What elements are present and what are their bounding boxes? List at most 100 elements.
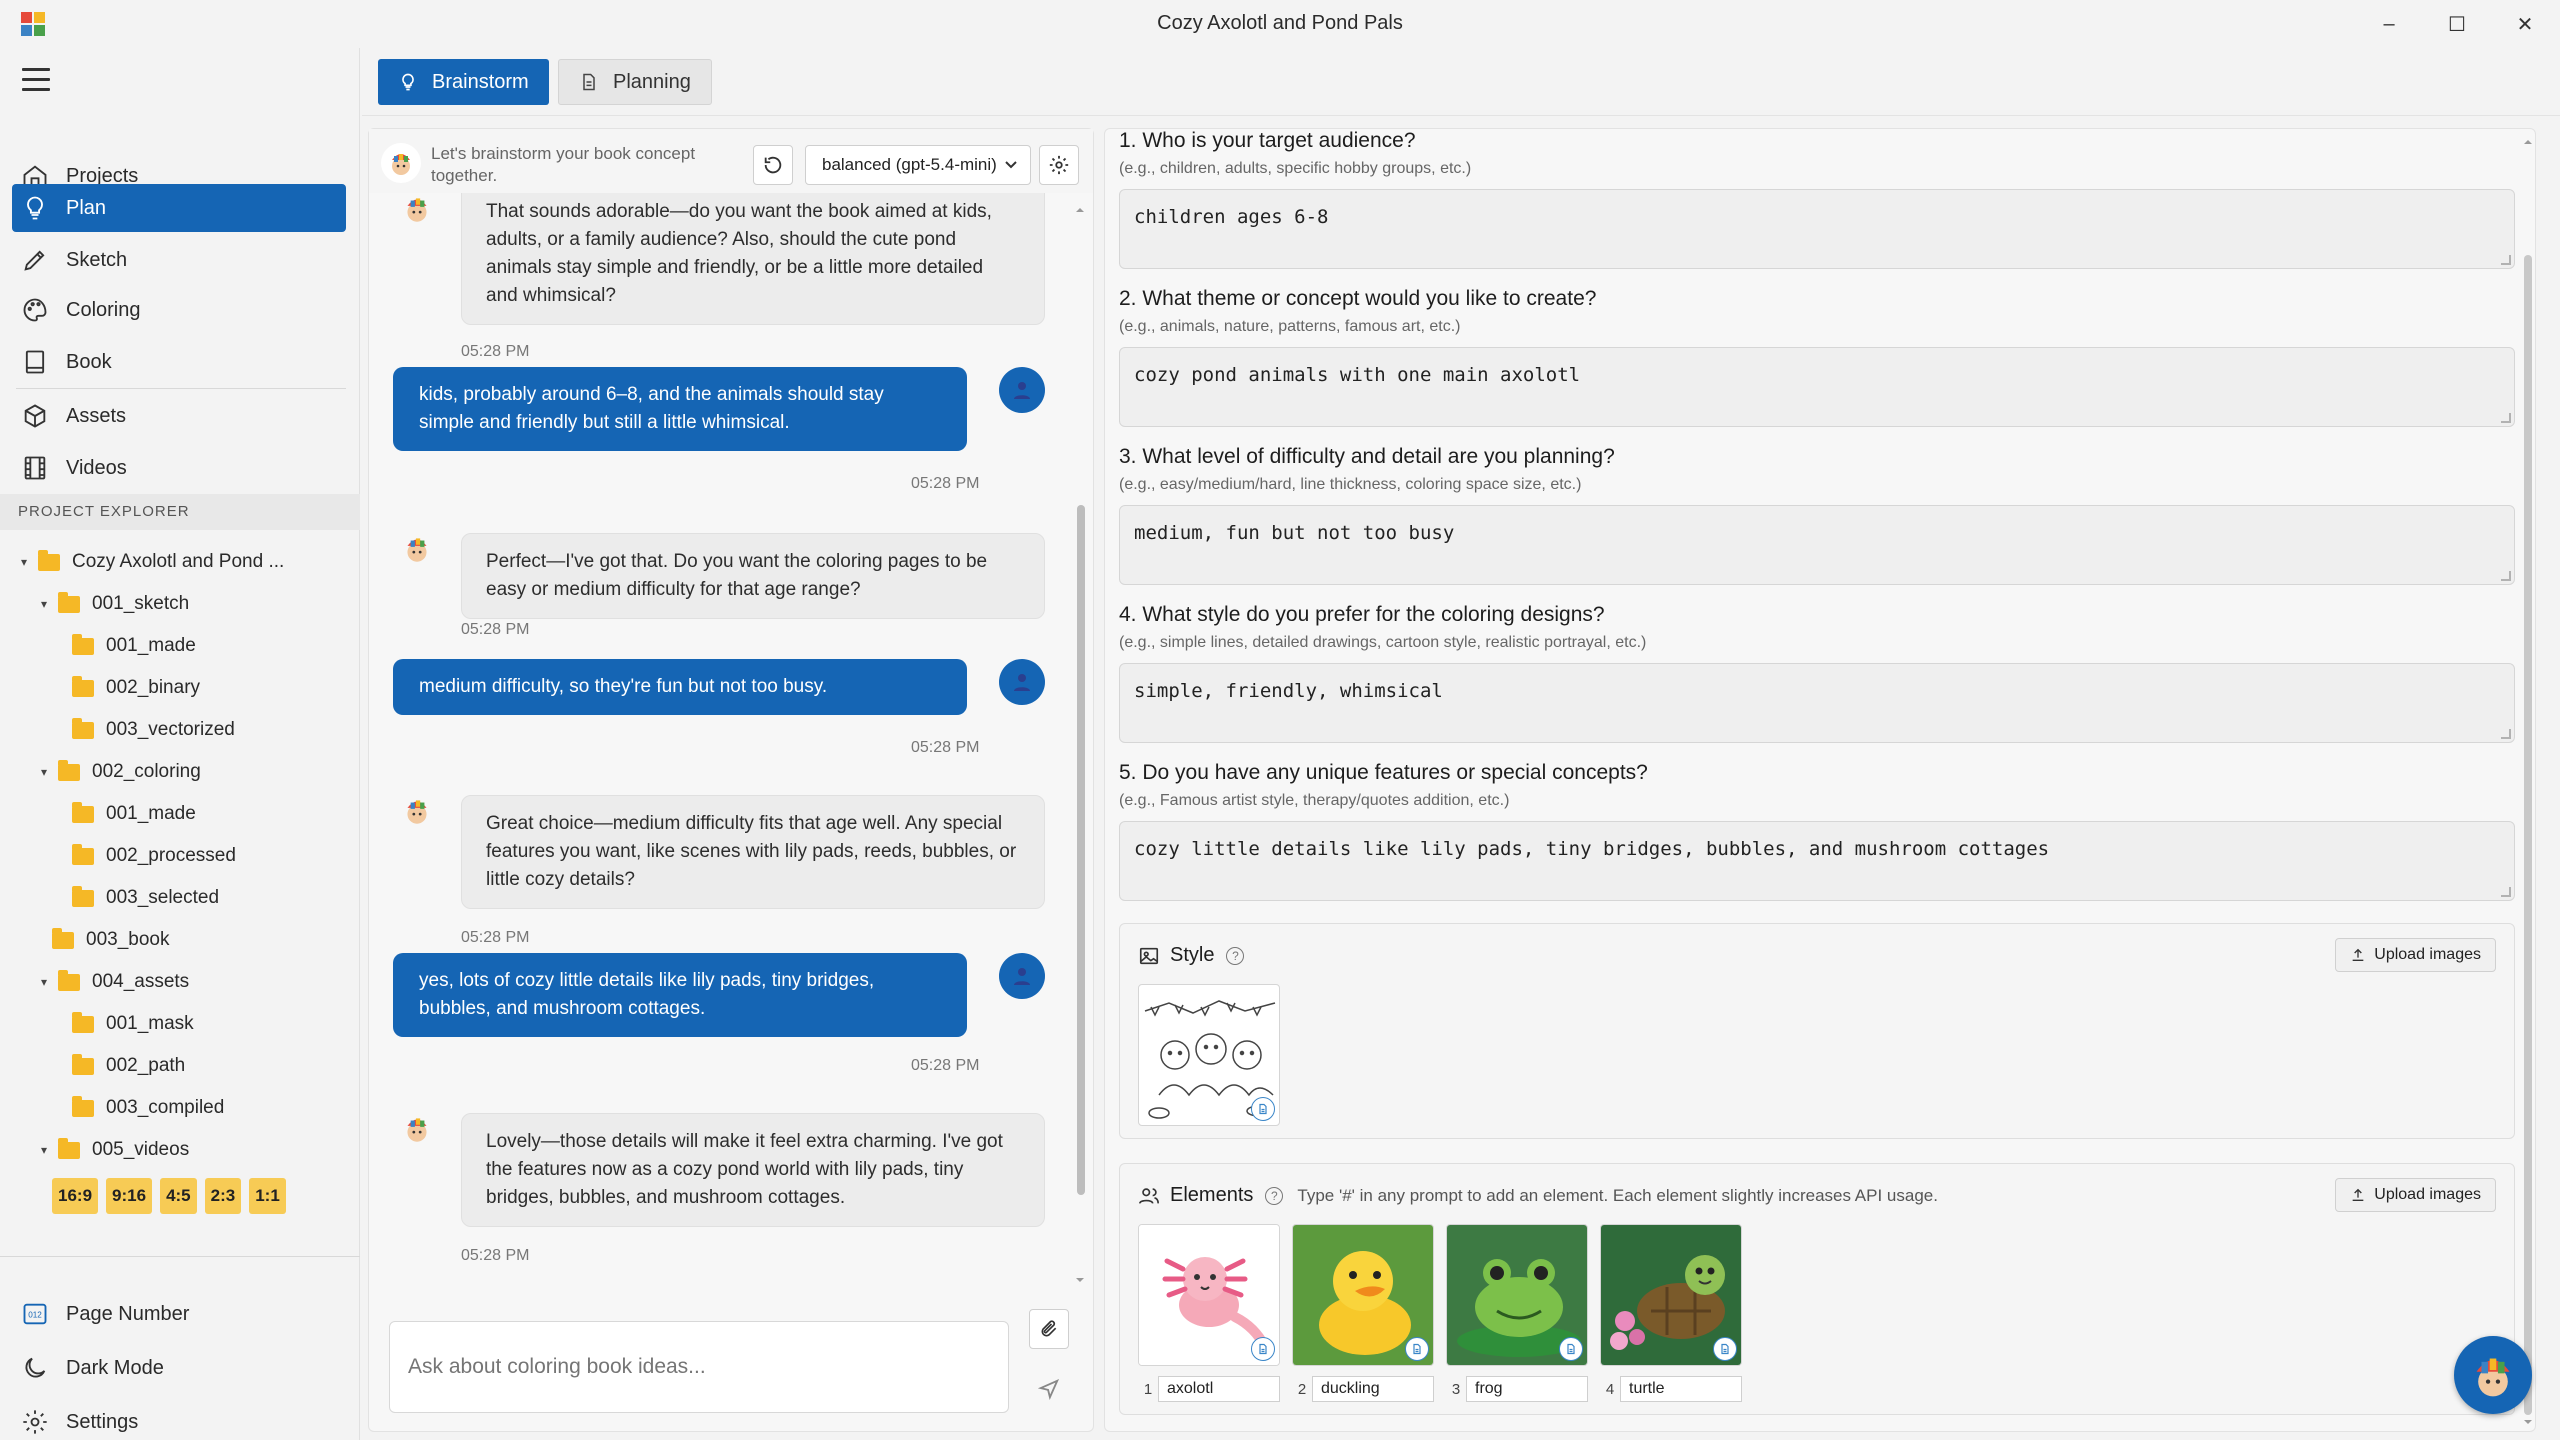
question-hint: (e.g., animals, nature, patterns, famous… [1119, 318, 1461, 335]
style-reference-image[interactable] [1138, 984, 1280, 1126]
chevron-down-icon[interactable]: ▾ [14, 555, 34, 569]
tree-item-003-compiled[interactable]: 003_compiled [68, 1090, 224, 1126]
user-message: kids, probably around 6–8, and the anima… [393, 367, 967, 451]
tree-item-label: 002_path [106, 1055, 186, 1076]
tab-planning[interactable]: Planning [558, 59, 712, 105]
document-badge-icon[interactable] [1713, 1337, 1737, 1361]
minimize-button[interactable]: – [2354, 0, 2424, 48]
attach-button[interactable] [1029, 1309, 1069, 1349]
element-image-turtle[interactable] [1600, 1224, 1742, 1366]
nav-sketch[interactable]: Sketch [12, 236, 346, 284]
answer-field-audience[interactable]: children ages 6-8 [1119, 189, 2515, 269]
style-card: Style ? Upload images [1119, 923, 2515, 1139]
element-image-duckling[interactable] [1292, 1224, 1434, 1366]
chevron-down-icon[interactable]: ▾ [34, 975, 54, 989]
elements-upload-button[interactable]: Upload images [2335, 1178, 2496, 1212]
chevron-down-icon[interactable]: ▾ [34, 597, 54, 611]
maximize-button[interactable]: ☐ [2422, 0, 2492, 48]
tab-brainstorm[interactable]: Brainstorm [378, 59, 549, 105]
close-button[interactable]: ✕ [2490, 0, 2560, 48]
ratio-chip-16-9[interactable]: 16:9 [52, 1178, 99, 1214]
tree-item-003-vectorized[interactable]: 003_vectorized [68, 712, 235, 748]
nav-book[interactable]: Book [12, 338, 346, 386]
chevron-down-icon[interactable]: ▾ [34, 765, 54, 779]
resize-handle-icon[interactable] [2501, 413, 2511, 423]
nav-page-number[interactable]: 012 Page Number [12, 1290, 346, 1338]
resize-handle-icon[interactable] [2501, 729, 2511, 739]
film-icon [18, 451, 52, 485]
element-name-input[interactable] [1158, 1376, 1280, 1402]
document-badge-icon[interactable] [1251, 1337, 1275, 1361]
ratio-chip-2-3[interactable]: 2:3 [204, 1178, 242, 1214]
answer-field-style[interactable]: simple, friendly, whimsical [1119, 663, 2515, 743]
send-button[interactable] [1029, 1369, 1069, 1409]
nav-settings[interactable]: Settings [12, 1398, 346, 1440]
help-icon[interactable]: ? [1226, 946, 1245, 965]
title-bar: Cozy Axolotl and Pond Pals – ☐ ✕ [0, 0, 2560, 48]
nav-plan[interactable]: Plan [12, 184, 346, 232]
help-icon[interactable]: ? [1265, 1186, 1284, 1205]
tree-item-002-processed[interactable]: 002_processed [68, 838, 236, 874]
assistant-avatar-icon [395, 527, 439, 571]
form-scrollbar[interactable] [2523, 137, 2533, 1427]
ratio-chip-1-1[interactable]: 1:1 [249, 1178, 286, 1214]
tree-item-003-book[interactable]: 003_book [48, 922, 169, 958]
resize-handle-icon[interactable] [2501, 571, 2511, 581]
tree-item-005-videos[interactable]: ▾ 005_videos [34, 1132, 189, 1168]
tree-item-001-sketch[interactable]: ▾ 001_sketch [34, 586, 189, 622]
resize-handle-icon[interactable] [2501, 887, 2511, 897]
folder-icon [72, 633, 94, 655]
element-name-input[interactable] [1466, 1376, 1588, 1402]
chat-settings-button[interactable] [1039, 145, 1079, 185]
tree-item-004-assets[interactable]: ▾ 004_assets [34, 964, 189, 1000]
answer-field-difficulty[interactable]: medium, fun but not too busy [1119, 505, 2515, 585]
tree-item-label: Cozy Axolotl and Pond ... [72, 551, 285, 572]
resize-handle-icon[interactable] [2501, 255, 2511, 265]
reset-chat-button[interactable] [753, 145, 793, 185]
answer-field-features[interactable]: cozy little details like lily pads, tiny… [1119, 821, 2515, 901]
tree-item-label: 002_processed [106, 845, 236, 866]
assistant-fab-button[interactable] [2454, 1336, 2532, 1414]
element-name-input[interactable] [1620, 1376, 1742, 1402]
nav-label: Plan [66, 196, 107, 219]
tree-item-002-coloring[interactable]: ▾ 002_coloring [34, 754, 201, 790]
page-number-icon: 012 [18, 1297, 52, 1331]
chat-scrollbar[interactable] [1075, 205, 1085, 1285]
nav-assets[interactable]: Assets [12, 392, 346, 440]
chat-input[interactable] [389, 1321, 1009, 1413]
lightbulb-icon [398, 72, 418, 92]
tree-item-project-root[interactable]: ▾ Cozy Axolotl and Pond ... [14, 544, 284, 580]
tree-item-label: 003_compiled [106, 1097, 225, 1118]
tree-item-002-path[interactable]: 002_path [68, 1048, 185, 1084]
element-name-input[interactable] [1312, 1376, 1434, 1402]
chat-scrollbar-thumb[interactable] [1077, 505, 1085, 1195]
user-avatar-icon [999, 367, 1045, 413]
upload-label: Upload images [2374, 1186, 2481, 1203]
model-select[interactable]: balanced (gpt-5.4-mini) [805, 145, 1031, 185]
tree-item-001-made[interactable]: 001_made [68, 628, 196, 664]
chevron-down-icon[interactable]: ▾ [34, 1143, 54, 1157]
nav-videos[interactable]: Videos [12, 444, 346, 492]
document-badge-icon[interactable] [1251, 1097, 1275, 1121]
style-upload-button[interactable]: Upload images [2335, 938, 2496, 972]
answer-field-theme[interactable]: cozy pond animals with one main axolotl [1119, 347, 2515, 427]
tree-item-label: 001_mask [106, 1013, 194, 1034]
form-scrollbar-thumb[interactable] [2524, 255, 2532, 1415]
document-badge-icon[interactable] [1405, 1337, 1429, 1361]
tree-item-003-selected[interactable]: 003_selected [68, 880, 219, 916]
element-image-axolotl[interactable] [1138, 1224, 1280, 1366]
nav-dark-mode[interactable]: Dark Mode [12, 1344, 346, 1392]
nav-coloring[interactable]: Coloring [12, 286, 346, 334]
ratio-chip-9-16[interactable]: 9:16 [106, 1178, 153, 1214]
tree-item-002-binary[interactable]: 002_binary [68, 670, 200, 706]
nav-label: Dark Mode [66, 1356, 164, 1379]
hamburger-menu-icon[interactable] [22, 68, 50, 91]
answer-text: cozy little details like lily pads, tiny… [1134, 838, 2050, 860]
user-message: yes, lots of cozy little details like li… [393, 953, 967, 1037]
ratio-chip-4-5[interactable]: 4:5 [160, 1178, 197, 1214]
document-badge-icon[interactable] [1559, 1337, 1583, 1361]
tree-item-001-made[interactable]: 001_made [68, 796, 196, 832]
assistant-avatar-icon [395, 1107, 439, 1151]
tree-item-001-mask[interactable]: 001_mask [68, 1006, 194, 1042]
element-image-frog[interactable] [1446, 1224, 1588, 1366]
